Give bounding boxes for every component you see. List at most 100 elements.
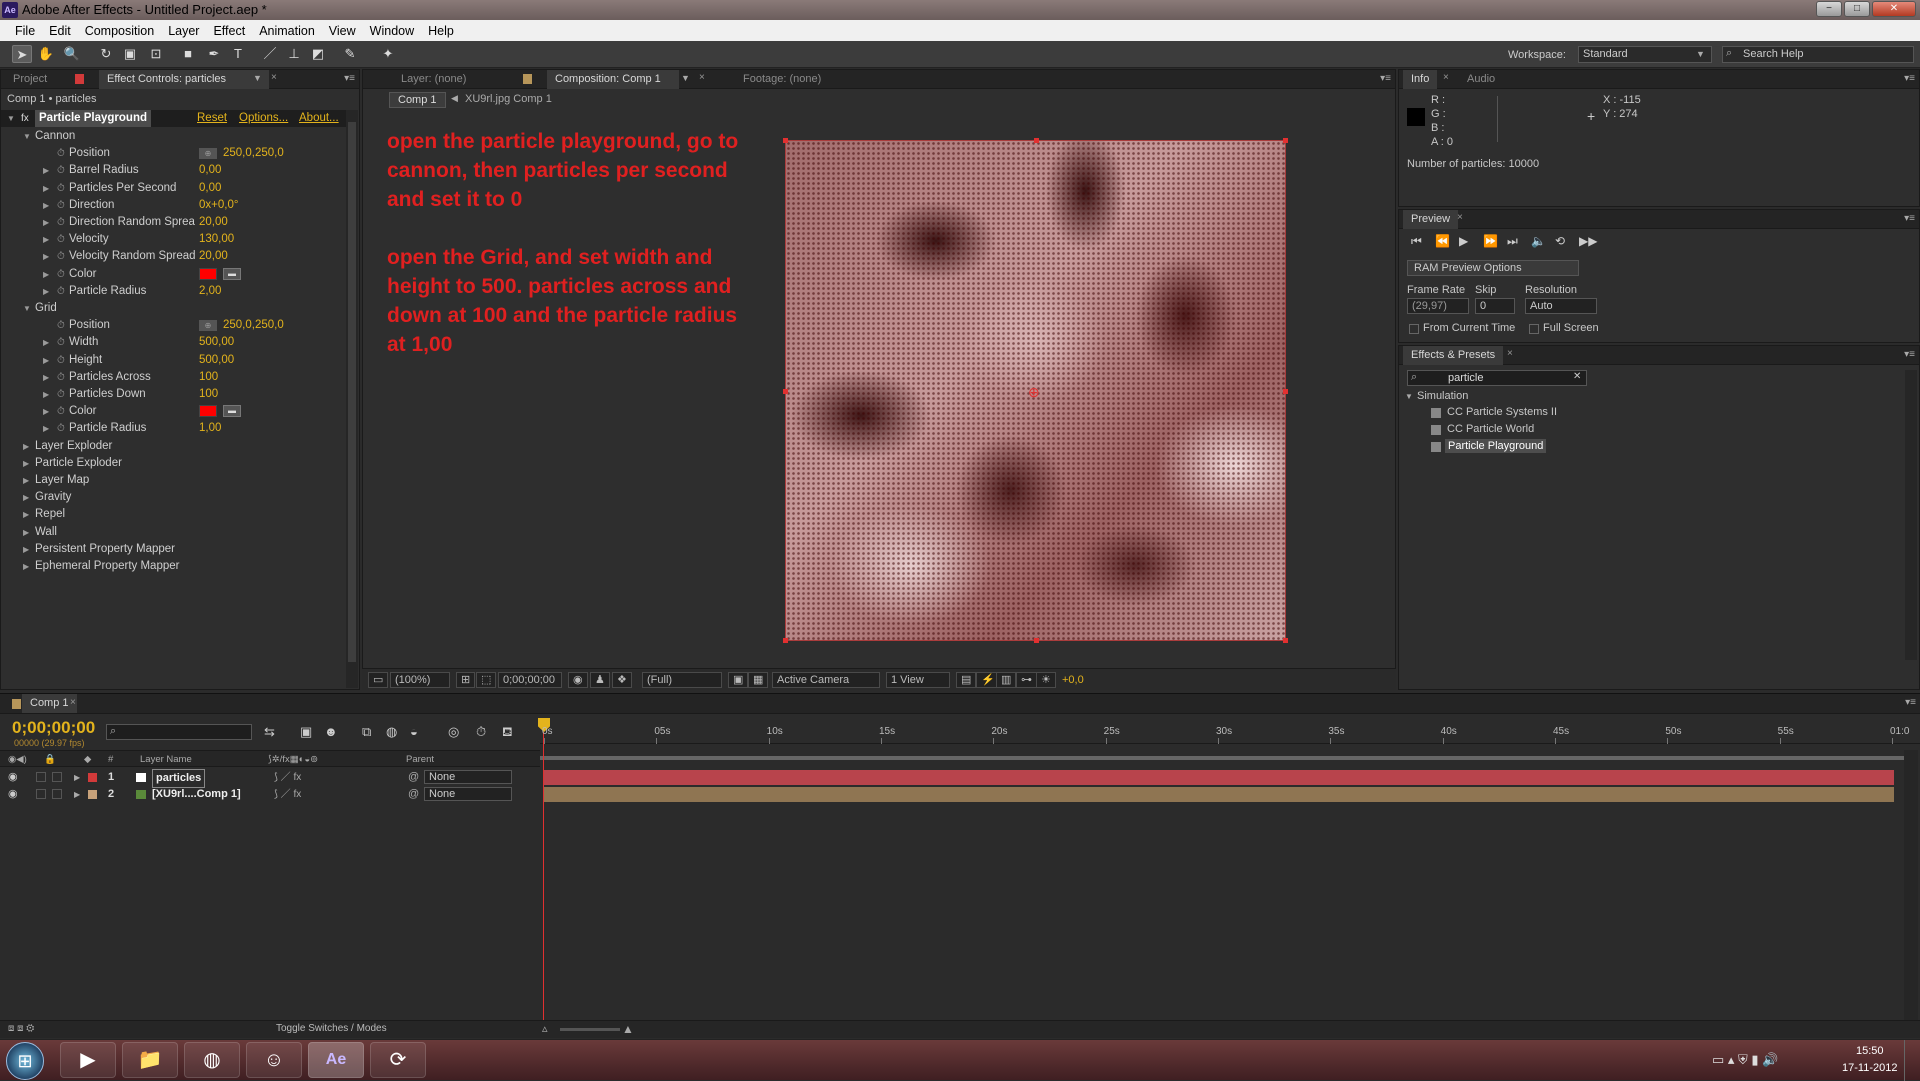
parent-select[interactable]: None: [424, 770, 512, 784]
menu-file[interactable]: File: [8, 24, 42, 38]
first-frame-icon[interactable]: ⏮: [1411, 234, 1422, 249]
stopwatch-icon[interactable]: ⏱: [57, 386, 65, 403]
tab-project[interactable]: Project: [5, 70, 55, 89]
pickwhip-icon[interactable]: @: [408, 769, 419, 786]
brush-tool-icon[interactable]: ／: [260, 45, 280, 63]
stopwatch-icon[interactable]: ⏱: [57, 403, 65, 420]
expand-triangle-icon[interactable]: ▶: [43, 162, 49, 179]
stopwatch-icon[interactable]: ⏱: [57, 369, 65, 386]
hand-tool-icon[interactable]: ✋: [36, 45, 56, 63]
property-value[interactable]: 250,0,250,0: [223, 317, 284, 334]
menu-layer[interactable]: Layer: [161, 24, 206, 38]
scrollbar[interactable]: [1904, 750, 1918, 1020]
ram-preview-options-select[interactable]: RAM Preview Options: [1407, 260, 1579, 276]
panel-menu-icon[interactable]: ▾≡: [1380, 73, 1391, 84]
close-icon[interactable]: ×: [70, 697, 76, 708]
property-value[interactable]: 1,00: [199, 420, 221, 437]
graph-editor-icon[interactable]: ◒: [410, 724, 418, 739]
expand-triangle-icon[interactable]: ▶: [74, 769, 80, 786]
flow-comp-button[interactable]: Comp 1: [389, 92, 446, 108]
crosshair-icon[interactable]: ⊕: [199, 148, 217, 160]
close-icon[interactable]: ×: [699, 72, 705, 83]
panel-menu-icon[interactable]: ▾≡: [1904, 213, 1915, 224]
expand-triangle-icon[interactable]: ▶: [23, 558, 29, 575]
workspace-select[interactable]: Standard: [1578, 46, 1712, 63]
anchor-point-icon[interactable]: ⊕: [1028, 384, 1040, 401]
property-value[interactable]: 20,00: [199, 248, 228, 265]
expand-triangle-icon[interactable]: ▶: [43, 214, 49, 231]
work-area-bar[interactable]: [540, 750, 1904, 767]
solo-toggle[interactable]: [36, 772, 46, 782]
brainstorm-icon[interactable]: ◎: [448, 724, 459, 740]
layer-duration-bar[interactable]: [544, 787, 1894, 802]
layer-name[interactable]: [XU9rl....Comp 1]: [152, 786, 241, 803]
maximize-button[interactable]: □: [1844, 1, 1870, 17]
full-screen-checkbox[interactable]: [1529, 324, 1539, 334]
corner-handle[interactable]: [783, 138, 788, 143]
lock-toggle[interactable]: [52, 772, 62, 782]
app-taskbar-icon[interactable]: ⟳: [370, 1042, 426, 1078]
region-of-interest-icon[interactable]: ▣: [728, 672, 749, 688]
show-desktop-button[interactable]: [1904, 1040, 1920, 1081]
stopwatch-icon[interactable]: ⏱: [57, 248, 65, 265]
stopwatch-icon[interactable]: ⏱: [57, 214, 65, 231]
expand-triangle-icon[interactable]: ▶: [43, 403, 49, 420]
expand-triangle-icon[interactable]: ▼: [23, 300, 31, 317]
resolution-select[interactable]: (Full): [642, 672, 722, 688]
flow-source-comp[interactable]: XU9rl.jpg Comp 1: [465, 93, 552, 105]
scrollbar[interactable]: [1905, 370, 1917, 660]
expand-triangle-icon[interactable]: ▶: [23, 455, 29, 472]
crosshair-icon[interactable]: ⊕: [199, 320, 217, 332]
menu-animation[interactable]: Animation: [252, 24, 322, 38]
search-help-input[interactable]: Search Help: [1722, 46, 1914, 63]
property-value[interactable]: 0,00: [199, 162, 221, 179]
prev-frame-icon[interactable]: ⏪: [1435, 234, 1450, 248]
expand-triangle-icon[interactable]: ▶: [43, 420, 49, 437]
tray-icons[interactable]: ▭ ▴ ⛨ ▮ 🔊: [1712, 1052, 1778, 1068]
exposure-value[interactable]: +0,0: [1062, 674, 1084, 686]
close-icon[interactable]: ×: [1507, 348, 1513, 359]
effect-item-particle-playground[interactable]: Particle Playground: [1445, 439, 1547, 453]
corner-handle[interactable]: [783, 638, 788, 643]
menu-composition[interactable]: Composition: [78, 24, 161, 38]
group-grid[interactable]: ▼ Grid: [1, 300, 355, 317]
stopwatch-icon[interactable]: ⏱: [57, 180, 65, 197]
layer-duration-bar[interactable]: [544, 770, 1894, 785]
menu-edit[interactable]: Edit: [42, 24, 78, 38]
mask-icon[interactable]: ⬚: [476, 672, 497, 688]
eye-icon[interactable]: ◉: [8, 786, 18, 803]
stopwatch-icon[interactable]: ⏱: [57, 145, 65, 162]
exposure-icon[interactable]: ☀: [1036, 672, 1056, 688]
current-time-display[interactable]: 0;00;00;00: [498, 672, 562, 688]
close-icon[interactable]: ×: [1443, 72, 1449, 83]
camera-select[interactable]: Active Camera: [772, 672, 880, 688]
expand-triangle-icon[interactable]: ▶: [74, 786, 80, 803]
corner-handle[interactable]: [1283, 638, 1288, 643]
roto-brush-tool-icon[interactable]: ✎: [340, 45, 360, 63]
zoom-slider[interactable]: [560, 1028, 620, 1031]
effect-group[interactable]: ▶ Particle Exploder: [1, 455, 355, 472]
property-value[interactable]: 0,00: [199, 180, 221, 197]
transparency-grid-icon[interactable]: ▦: [748, 672, 769, 688]
expand-triangle-icon[interactable]: ▶: [23, 541, 29, 558]
resolution-select[interactable]: Auto: [1525, 298, 1597, 314]
shy-layers-icon[interactable]: ☻: [324, 724, 338, 739]
expand-triangle-icon[interactable]: ▶: [43, 180, 49, 197]
column-layer-name[interactable]: Layer Name: [140, 751, 192, 768]
text-tool-icon[interactable]: T: [228, 45, 248, 63]
menu-help[interactable]: Help: [421, 24, 461, 38]
flowchart-icon[interactable]: ⊶: [1016, 672, 1037, 688]
lock-toggle[interactable]: [52, 789, 62, 799]
always-preview-icon[interactable]: ▭: [368, 672, 389, 688]
property-value[interactable]: 500,00: [199, 352, 234, 369]
live-update-icon[interactable]: ⛾: [502, 724, 513, 742]
effect-group[interactable]: ▶ Layer Exploder: [1, 438, 355, 455]
effect-group[interactable]: ▶ Ephemeral Property Mapper: [1, 558, 355, 575]
tab-composition[interactable]: Composition: Comp 1: [547, 70, 679, 89]
color-swatch[interactable]: [199, 405, 217, 418]
expand-triangle-icon[interactable]: ▼: [23, 128, 31, 145]
ram-preview-icon[interactable]: ▶▶: [1579, 234, 1597, 248]
clone-tool-icon[interactable]: ⊥: [284, 45, 304, 63]
eyedropper-icon[interactable]: ▬: [223, 267, 241, 280]
zoom-select[interactable]: (100%): [390, 672, 450, 688]
